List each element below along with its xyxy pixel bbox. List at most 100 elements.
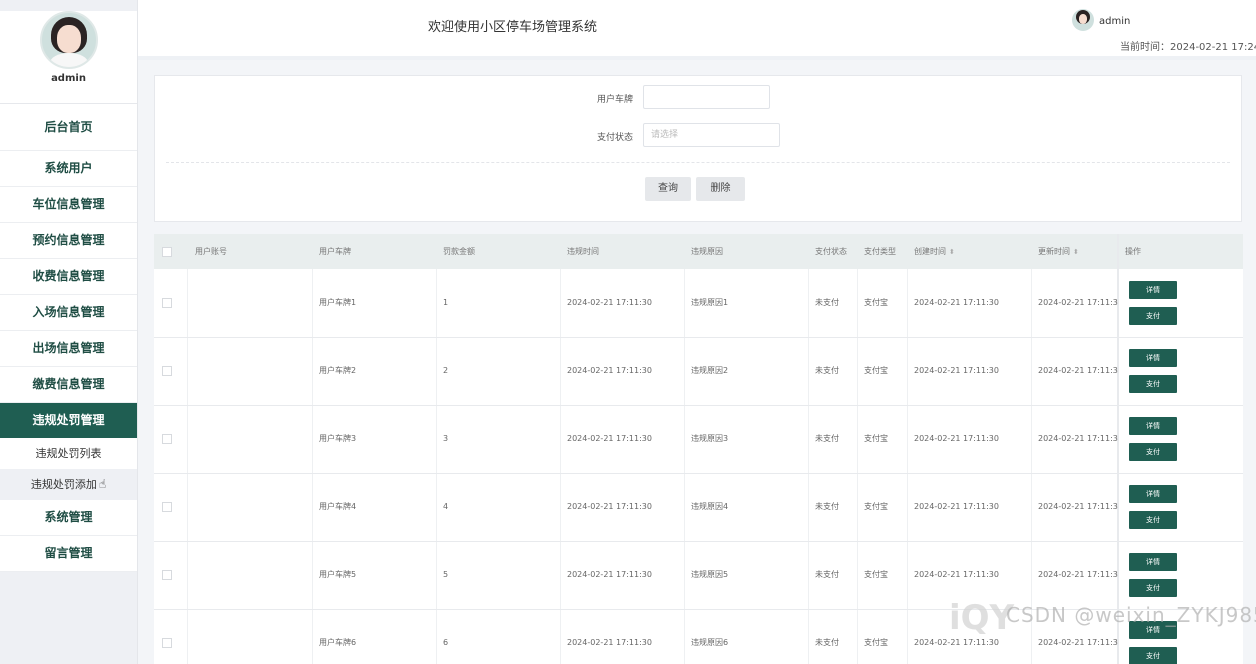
table-row: 用户车牌1 1 2024-02-21 17:11:30 违规原因1 未支付 支付宝 2024… bbox=[154, 269, 1243, 338]
header-created[interactable]: 创建时间 ⬍ bbox=[914, 234, 955, 269]
sidebar-item-system-management[interactable]: 系统管理 bbox=[0, 500, 137, 536]
plate-input[interactable] bbox=[643, 85, 770, 109]
cell-reason: 违规原因2 bbox=[691, 366, 729, 375]
detail-button[interactable]: 详情 bbox=[1129, 417, 1177, 435]
cell-pay-type: 支付宝 bbox=[864, 298, 888, 307]
cell-time: 2024-02-21 17:11:30 bbox=[567, 298, 652, 307]
sidebar-item-home[interactable]: 后台首页 bbox=[0, 104, 137, 151]
pay-status-label: 支付状态 bbox=[597, 133, 634, 143]
pay-button[interactable]: 支付 bbox=[1129, 443, 1177, 461]
header-account: 用户账号 bbox=[195, 247, 227, 256]
cell-pay-type: 支付宝 bbox=[864, 570, 888, 579]
cell-created: 2024-02-21 17:11:30 bbox=[914, 434, 999, 443]
header-pay-status: 支付状态 bbox=[815, 247, 847, 256]
divider bbox=[166, 162, 1230, 163]
sort-icon[interactable]: ⬍ bbox=[1073, 248, 1079, 256]
page-title: 欢迎使用小区停车场管理系统 bbox=[428, 20, 598, 35]
header-plate: 用户车牌 bbox=[319, 247, 351, 256]
delete-button[interactable]: 删除 bbox=[696, 177, 745, 201]
cell-plate: 用户车牌6 bbox=[319, 638, 357, 647]
header-ops: 操作 bbox=[1125, 247, 1141, 256]
avatar[interactable] bbox=[39, 11, 98, 69]
search-panel: 用户车牌 支付状态 请选择 查询 删除 bbox=[154, 75, 1242, 222]
cell-plate: 用户车牌4 bbox=[319, 502, 357, 511]
row-checkbox[interactable] bbox=[162, 434, 172, 444]
sidebar-item-messages[interactable]: 留言管理 bbox=[0, 536, 137, 572]
table-row: 用户车牌4 4 2024-02-21 17:11:30 违规原因4 未支付 支付宝 2024… bbox=[154, 473, 1243, 542]
row-checkbox[interactable] bbox=[162, 570, 172, 580]
detail-button[interactable]: 详情 bbox=[1129, 349, 1177, 367]
query-button[interactable]: 查询 bbox=[645, 177, 691, 201]
header-time: 违规时间 bbox=[567, 247, 599, 256]
cell-pay-status: 未支付 bbox=[815, 638, 839, 647]
cell-reason: 违规原因4 bbox=[691, 502, 729, 511]
sidebar-item-charging[interactable]: 收费信息管理 bbox=[0, 259, 137, 295]
submenu-violation-add[interactable]: 违规处罚添加 ☝ bbox=[0, 469, 137, 500]
row-checkbox[interactable] bbox=[162, 298, 172, 308]
cell-amount: 4 bbox=[443, 502, 449, 511]
sidebar-item-reservation[interactable]: 预约信息管理 bbox=[0, 223, 137, 259]
sidebar-item-entry[interactable]: 入场信息管理 bbox=[0, 295, 137, 331]
cell-plate: 用户车牌1 bbox=[319, 298, 357, 307]
cell-pay-status: 未支付 bbox=[815, 298, 839, 307]
detail-button[interactable]: 详情 bbox=[1129, 281, 1177, 299]
sidebar-profile: admin bbox=[0, 11, 137, 104]
table-row: 用户车牌3 3 2024-02-21 17:11:30 违规原因3 未支付 支付宝 2024… bbox=[154, 405, 1243, 474]
detail-button[interactable]: 详情 bbox=[1129, 485, 1177, 503]
header-updated-label: 更新时间 bbox=[1038, 247, 1070, 256]
row-checkbox[interactable] bbox=[162, 502, 172, 512]
cell-plate: 用户车牌3 bbox=[319, 434, 357, 443]
pay-button[interactable]: 支付 bbox=[1129, 647, 1177, 664]
pay-button[interactable]: 支付 bbox=[1129, 307, 1177, 325]
select-all-checkbox[interactable] bbox=[162, 247, 172, 257]
sidebar-menu: 后台首页 系统用户 车位信息管理 预约信息管理 收费信息管理 入场信息管理 出场… bbox=[0, 104, 137, 572]
violation-table: 用户账号 用户车牌 罚款金额 违规时间 违规原因 支付状态 支付类型 创建时间 ⬍… bbox=[154, 234, 1243, 664]
cell-plate: 用户车牌5 bbox=[319, 570, 357, 579]
cell-pay-status: 未支付 bbox=[815, 570, 839, 579]
pay-button[interactable]: 支付 bbox=[1129, 511, 1177, 529]
header-updated[interactable]: 更新时间 ⬍ bbox=[1038, 234, 1079, 269]
sidebar-item-payment[interactable]: 缴费信息管理 bbox=[0, 367, 137, 403]
row-checkbox[interactable] bbox=[162, 638, 172, 648]
table-row: 用户车牌5 5 2024-02-21 17:11:30 违规原因5 未支付 支付宝 2024… bbox=[154, 541, 1243, 610]
cell-created: 2024-02-21 17:11:30 bbox=[914, 298, 999, 307]
cell-updated: 2024-02-21 17:11:30 bbox=[1038, 366, 1118, 375]
header-username[interactable]: admin bbox=[1099, 16, 1130, 27]
cell-pay-type: 支付宝 bbox=[864, 638, 888, 647]
violation-submenu: 违规处罚列表 违规处罚添加 ☝ bbox=[0, 438, 137, 500]
header-avatar[interactable] bbox=[1072, 9, 1094, 31]
cell-time: 2024-02-21 17:11:30 bbox=[567, 434, 652, 443]
cell-pay-status: 未支付 bbox=[815, 366, 839, 375]
cell-amount: 1 bbox=[443, 298, 449, 307]
sort-icon[interactable]: ⬍ bbox=[949, 248, 955, 256]
cell-reason: 违规原因3 bbox=[691, 434, 729, 443]
submenu-violation-list[interactable]: 违规处罚列表 bbox=[0, 438, 137, 469]
sidebar-item-exit[interactable]: 出场信息管理 bbox=[0, 331, 137, 367]
cell-updated: 2024-02-21 17:11:30 bbox=[1038, 570, 1118, 579]
header-created-label: 创建时间 bbox=[914, 247, 946, 256]
cell-pay-type: 支付宝 bbox=[864, 502, 888, 511]
cell-created: 2024-02-21 17:11:30 bbox=[914, 502, 999, 511]
sidebar-item-system-users[interactable]: 系统用户 bbox=[0, 151, 137, 187]
sidebar-item-violation[interactable]: 违规处罚管理 bbox=[0, 403, 137, 438]
header-amount: 罚款金额 bbox=[443, 247, 475, 256]
cell-updated: 2024-02-21 17:11:30 bbox=[1038, 434, 1118, 443]
cell-pay-type: 支付宝 bbox=[864, 366, 888, 375]
pay-button[interactable]: 支付 bbox=[1129, 375, 1177, 393]
cell-plate: 用户车牌2 bbox=[319, 366, 357, 375]
pay-button[interactable]: 支付 bbox=[1129, 579, 1177, 597]
cell-reason: 违规原因5 bbox=[691, 570, 729, 579]
cell-reason: 违规原因6 bbox=[691, 638, 729, 647]
cell-time: 2024-02-21 17:11:30 bbox=[567, 366, 652, 375]
current-time: 当前时间：2024-02-21 17:24:0 bbox=[1120, 42, 1256, 53]
table-header: 用户账号 用户车牌 罚款金额 违规时间 违规原因 支付状态 支付类型 创建时间 ⬍… bbox=[154, 234, 1243, 269]
cell-updated: 2024-02-21 17:11:30 bbox=[1038, 298, 1118, 307]
pay-status-select[interactable]: 请选择 bbox=[643, 123, 780, 147]
watermark-logo: iQY bbox=[949, 598, 1015, 638]
cell-time: 2024-02-21 17:11:30 bbox=[567, 570, 652, 579]
row-checkbox[interactable] bbox=[162, 366, 172, 376]
cell-amount: 3 bbox=[443, 434, 449, 443]
cell-amount: 5 bbox=[443, 570, 449, 579]
detail-button[interactable]: 详情 bbox=[1129, 553, 1177, 571]
sidebar-item-parking-space[interactable]: 车位信息管理 bbox=[0, 187, 137, 223]
